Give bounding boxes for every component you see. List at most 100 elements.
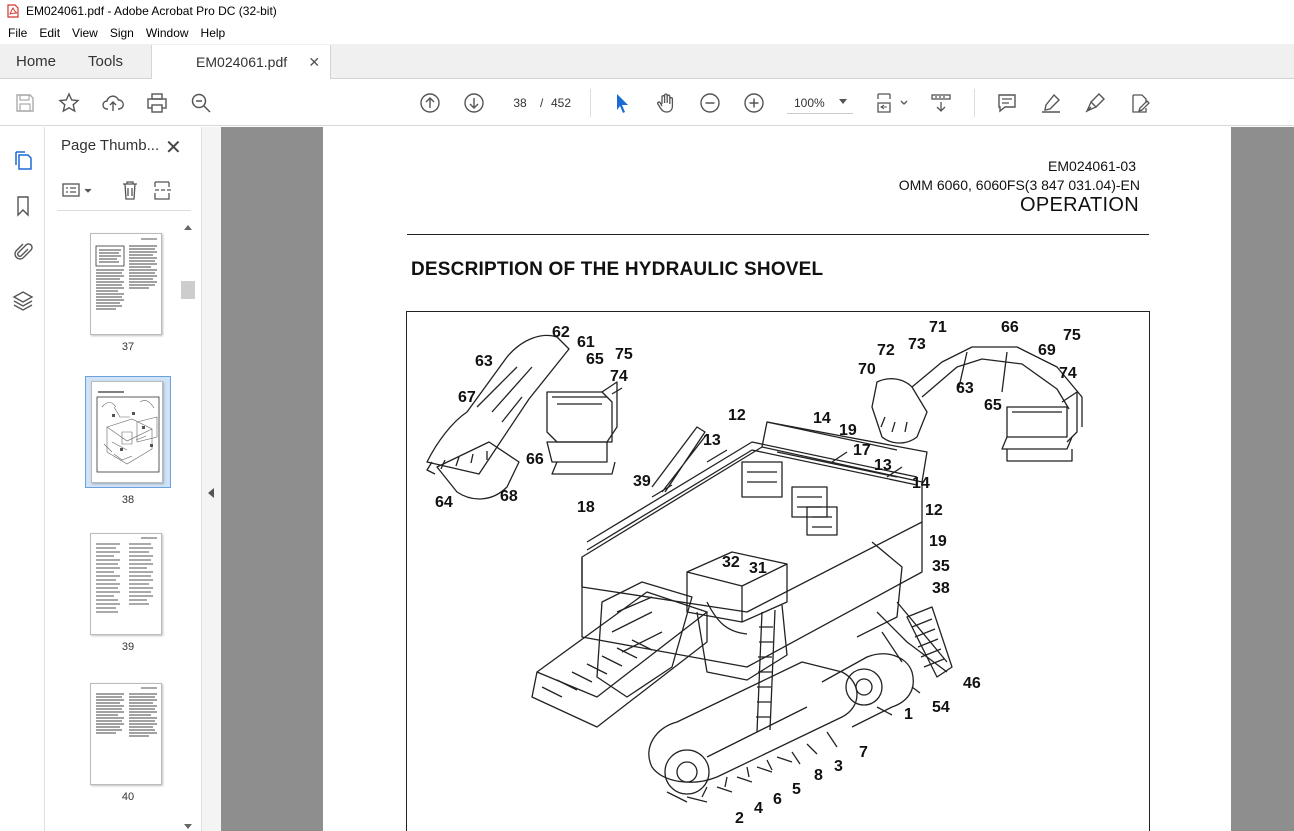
- scroll-mode-icon[interactable]: [929, 91, 953, 115]
- page-total: 452: [551, 96, 572, 110]
- star-icon[interactable]: [57, 91, 81, 115]
- page-up-icon[interactable]: [418, 91, 442, 115]
- scroll-up-icon[interactable]: [184, 225, 192, 230]
- thumbnail-preview: [90, 533, 162, 635]
- layers-icon[interactable]: [10, 288, 36, 314]
- close-tab-icon[interactable]: ✕: [308, 54, 320, 71]
- thumbnail-toolbar: [57, 175, 191, 211]
- thumbnail-page-40[interactable]: 40: [85, 683, 171, 803]
- callout-13b: 13: [874, 457, 892, 474]
- thumbnail-options-icon[interactable]: [61, 179, 95, 204]
- panel-collapse-handle[interactable]: [201, 127, 221, 831]
- save-icon[interactable]: [13, 91, 37, 115]
- select-cursor-icon[interactable]: [610, 91, 634, 115]
- callout-46: 46: [963, 675, 981, 692]
- callout-17: 17: [853, 442, 871, 459]
- callout-5: 5: [792, 781, 801, 798]
- document-code: EM024061-03: [1048, 158, 1136, 174]
- tab-home[interactable]: Home: [0, 44, 72, 78]
- callout-74b: 74: [1059, 365, 1077, 382]
- close-panel-icon[interactable]: ✕: [165, 135, 182, 160]
- thumbnail-page-39[interactable]: 39: [85, 533, 171, 653]
- extract-page-icon[interactable]: [153, 179, 175, 204]
- upload-icon[interactable]: [101, 91, 125, 115]
- thumbnails-panel: Page Thumb... ✕ 37 38 39 40: [45, 127, 201, 831]
- toolbar-divider: [590, 89, 591, 117]
- callout-64: 64: [435, 494, 453, 511]
- bookmark-icon[interactable]: [10, 193, 36, 219]
- callout-70: 70: [858, 361, 876, 378]
- thumbnail-page-number: 37: [121, 341, 135, 353]
- zoom-search-icon[interactable]: [189, 91, 213, 115]
- menu-view[interactable]: View: [66, 26, 104, 40]
- page-fit-icon[interactable]: [876, 91, 910, 115]
- scroll-down-icon[interactable]: [184, 824, 192, 829]
- delete-page-icon[interactable]: [119, 179, 141, 204]
- thumbnail-page-number: 40: [121, 791, 135, 803]
- tab-document-label: EM024061.pdf: [196, 54, 288, 70]
- zoom-in-icon[interactable]: [742, 91, 766, 115]
- callout-65b: 65: [984, 397, 1002, 414]
- main-toolbar: 38 / 452 100%: [0, 80, 1294, 126]
- zoom-out-icon[interactable]: [698, 91, 722, 115]
- callout-12: 12: [728, 407, 746, 424]
- document-model: OMM 6060, 6060FS(3 847 031.04)-EN: [898, 177, 1140, 193]
- document-viewer[interactable]: EM024061-03 OMM 6060, 6060FS(3 847 031.0…: [221, 127, 1294, 831]
- print-icon[interactable]: [145, 91, 169, 115]
- thumbnail-page-number: 39: [121, 641, 135, 653]
- thumbnail-preview: [91, 381, 163, 483]
- pdf-page: EM024061-03 OMM 6060, 6060FS(3 847 031.0…: [323, 127, 1231, 831]
- callout-71: 71: [929, 319, 947, 336]
- callout-38: 38: [932, 580, 950, 597]
- page-number-input[interactable]: 38: [505, 92, 535, 114]
- attachment-icon[interactable]: [10, 239, 36, 265]
- scrollbar-thumb[interactable]: [181, 281, 195, 299]
- chevron-down-icon: [839, 99, 847, 104]
- zoom-value: 100%: [794, 95, 825, 110]
- callout-39: 39: [633, 473, 651, 490]
- callout-32: 32: [722, 554, 740, 571]
- header-rule: [407, 234, 1149, 235]
- callout-14: 14: [813, 410, 831, 427]
- tab-tools[interactable]: Tools: [72, 44, 139, 78]
- callout-68: 68: [500, 488, 518, 505]
- toolbar-divider: [974, 89, 975, 117]
- edit-pdf-icon[interactable]: [1127, 91, 1151, 115]
- thumbnail-scrollbar[interactable]: [181, 219, 195, 831]
- callout-54: 54: [932, 699, 950, 716]
- menu-file[interactable]: File: [2, 26, 33, 40]
- callout-74: 74: [610, 368, 628, 385]
- menu-window[interactable]: Window: [140, 26, 195, 40]
- tab-document[interactable]: EM024061.pdf ✕: [151, 45, 332, 79]
- page-down-icon[interactable]: [462, 91, 486, 115]
- page-separator: /: [540, 96, 544, 110]
- callout-63: 63: [475, 353, 493, 370]
- hand-icon[interactable]: [654, 91, 678, 115]
- comment-icon[interactable]: [995, 91, 1019, 115]
- menu-help[interactable]: Help: [195, 26, 232, 40]
- callout-73: 73: [908, 336, 926, 353]
- menu-edit[interactable]: Edit: [33, 26, 66, 40]
- callout-12b: 12: [925, 502, 943, 519]
- callout-7: 7: [859, 744, 868, 761]
- callout-1: 1: [904, 706, 913, 723]
- highlight-icon[interactable]: [1039, 91, 1063, 115]
- callout-2: 2: [735, 810, 744, 827]
- callout-69: 69: [1038, 342, 1056, 359]
- thumbnail-page-37[interactable]: 37: [85, 233, 171, 353]
- menu-bar: File Edit View Sign Window Help: [0, 22, 1294, 44]
- callout-62: 62: [552, 324, 570, 341]
- hydraulic-shovel-drawing: [426, 334, 1083, 803]
- acrobat-app-icon: [7, 4, 19, 18]
- zoom-select[interactable]: 100%: [787, 92, 853, 114]
- callout-66b: 66: [1001, 319, 1019, 336]
- thumbnail-page-38[interactable]: 38: [85, 376, 171, 506]
- callout-63b: 63: [956, 380, 974, 397]
- sign-icon[interactable]: [1083, 91, 1107, 115]
- menu-sign[interactable]: Sign: [104, 26, 140, 40]
- callout-72: 72: [877, 342, 895, 359]
- document-section: OPERATION: [1019, 194, 1139, 216]
- shovel-figure: 62 61 63 65 75 74 67 66 64 68 71 66 72 7…: [406, 311, 1150, 831]
- page-thumbnails-icon[interactable]: [10, 147, 36, 173]
- callout-61: 61: [577, 334, 595, 351]
